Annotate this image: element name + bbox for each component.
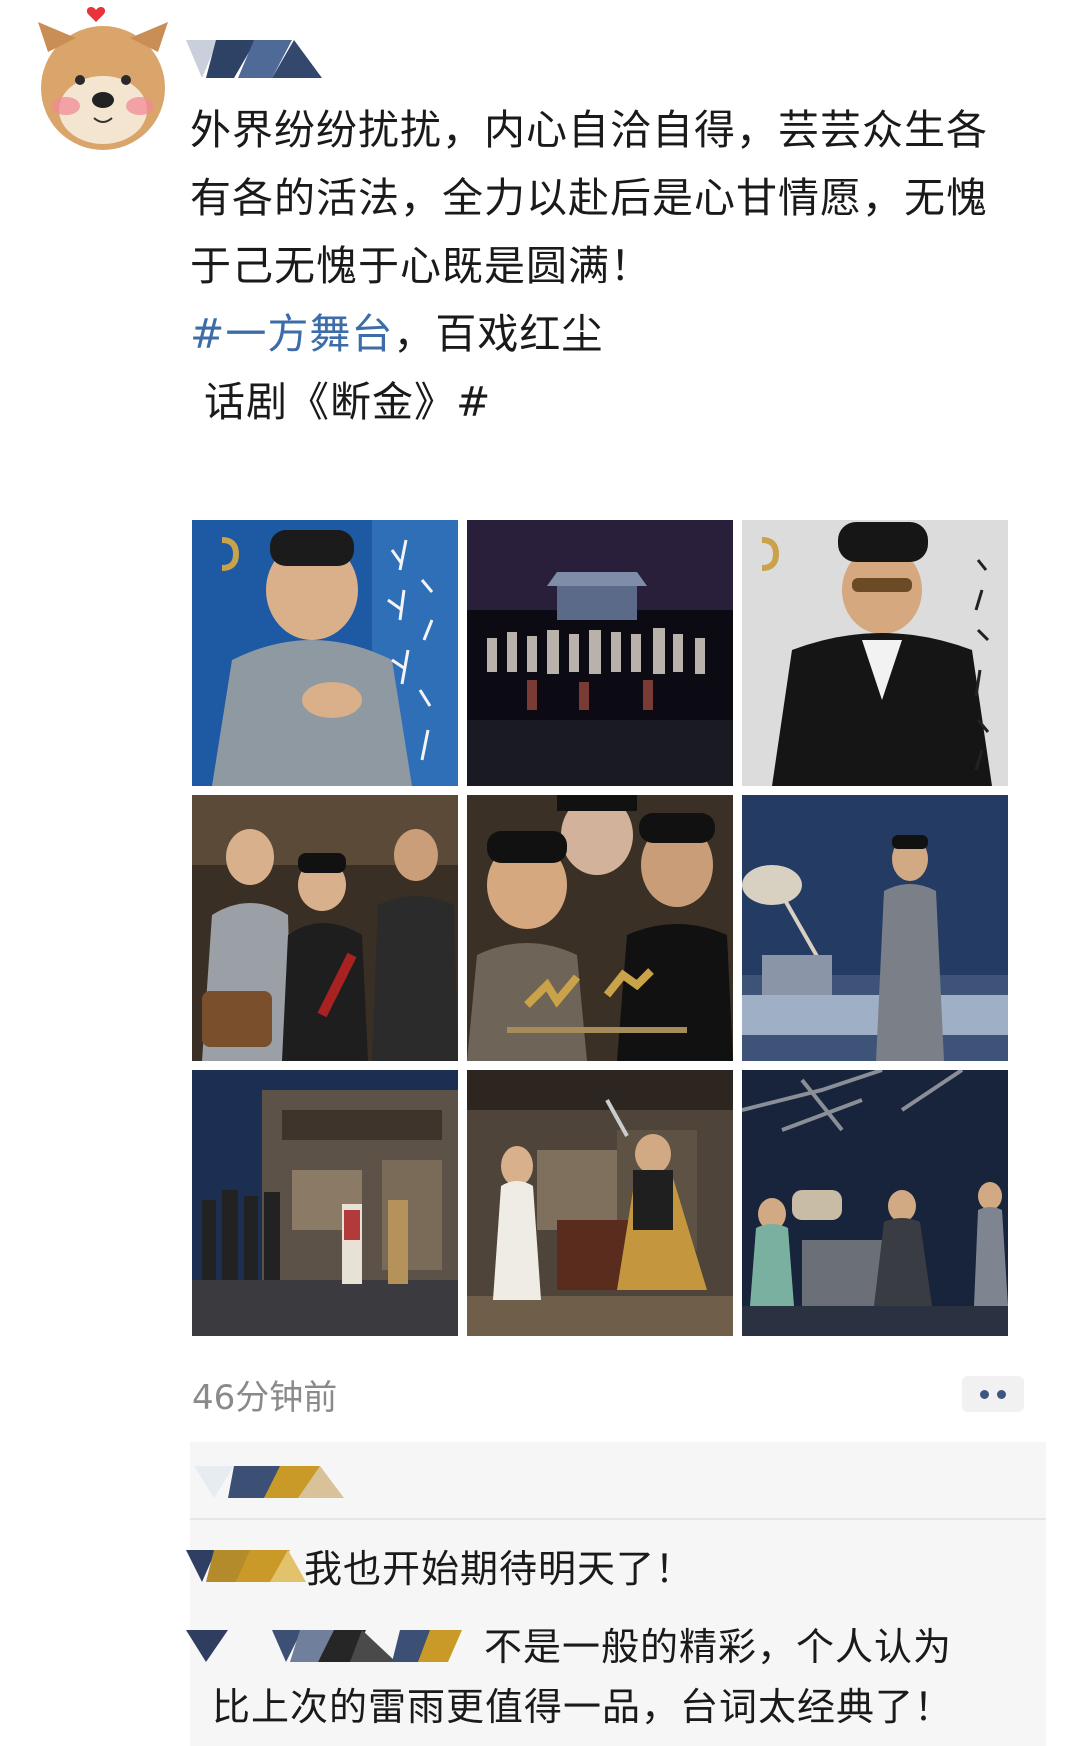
hashtag-link[interactable]: #一方舞台: [190, 310, 393, 358]
comment-2-text-line2: 比上次的雷雨更值得一品，台词太经典了！: [212, 1685, 954, 1729]
post-time: 46分钟前: [192, 1378, 338, 1418]
comment-2-text-line1: 不是一般的精彩，个人认为: [484, 1625, 953, 1669]
poster-actor-black-coat-icon: [742, 520, 1008, 786]
stage-tree-well-night-icon: [742, 1070, 1008, 1336]
photo-grid: [192, 520, 1008, 1336]
hashtag-text-2: 话剧《断金》: [190, 378, 457, 426]
photo-5[interactable]: [467, 795, 733, 1061]
comments-divider: [190, 1518, 1046, 1520]
post-line-4: #一方舞台，百戏红尘: [190, 300, 1050, 368]
stage-street-scene-icon: [192, 1070, 458, 1336]
photo-8[interactable]: [467, 1070, 733, 1336]
more-dots-icon: [997, 1390, 1006, 1399]
masked-commenter-2[interactable]: [186, 1626, 476, 1666]
masked-liker-name: [194, 1460, 364, 1502]
post-text: 外界纷纷扰扰，内心自洽自得，芸芸众生各 有各的活法，全力以赴后是心甘情愿，无愧 …: [190, 96, 1050, 436]
hashtag-end: #: [456, 378, 492, 426]
comment-1-text: 我也开始期待明天了！: [304, 1547, 695, 1591]
stage-shop-scene-icon: [467, 1070, 733, 1336]
post-line-2: 有各的活法，全力以赴后是心甘情愿，无愧: [190, 174, 988, 222]
hashtag-text: ，百戏红尘: [393, 310, 604, 358]
avatar[interactable]: [28, 0, 178, 160]
poster-actor-gray-robe-blue-icon: [192, 520, 458, 786]
post-line-5: 话剧《断金》#: [190, 368, 1050, 436]
photo-9[interactable]: [742, 1070, 1008, 1336]
comments-area: 我也开始期待明天了！ 不是一般的精彩，个人认为 比上次的雷雨更值得一品，台词太经…: [186, 1442, 1046, 1746]
post-line-3: 于己无愧于心既是圆满！: [190, 242, 652, 290]
stage-actor-well-icon: [742, 795, 1008, 1061]
stage-three-actors-icon: [192, 795, 458, 1061]
photo-7[interactable]: [192, 1070, 458, 1336]
photo-3[interactable]: [742, 520, 1008, 786]
more-dots-icon: [980, 1390, 989, 1399]
masked-username[interactable]: [176, 36, 326, 82]
stage-curtain-call-icon: [467, 520, 733, 786]
more-options-button[interactable]: [962, 1376, 1024, 1412]
post-line-1: 外界纷纷扰扰，内心自洽自得，芸芸众生各: [190, 106, 988, 154]
masked-commenter-1[interactable]: [186, 1546, 306, 1586]
photo-4[interactable]: [192, 795, 458, 1061]
photo-1[interactable]: [192, 520, 458, 786]
photo-6[interactable]: [742, 795, 1008, 1061]
photo-2[interactable]: [467, 520, 733, 786]
poster-duan-jin-title-icon: [467, 795, 733, 1061]
